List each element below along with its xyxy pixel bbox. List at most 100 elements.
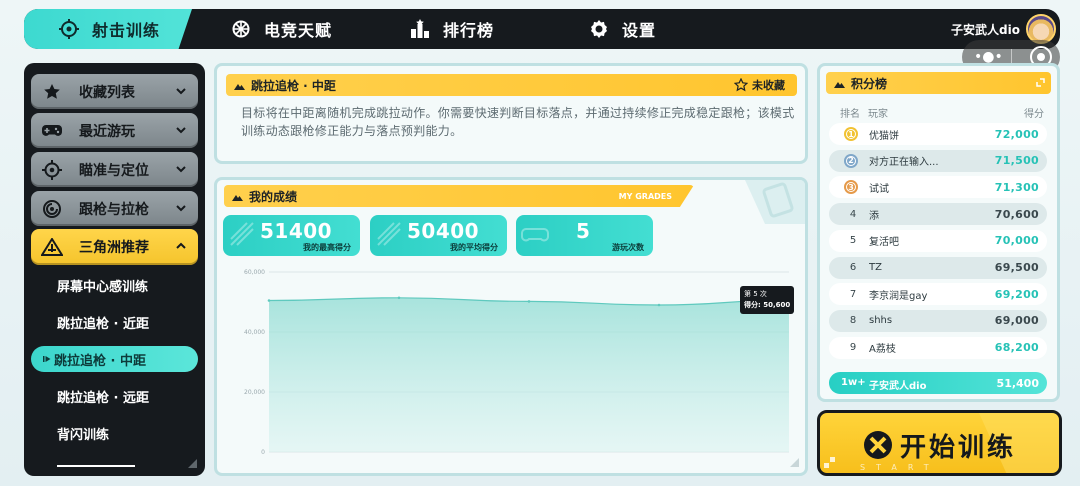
sidebar-subitem[interactable]: 跳拉追枪 · 远距	[57, 383, 149, 409]
grades-title-bar: 我的成绩 MY GRADES	[224, 185, 694, 207]
tab-leaderboard[interactable]: 排行榜	[409, 9, 494, 49]
delta-icon	[41, 236, 63, 258]
x-logo-icon	[864, 431, 892, 459]
rank-number: 5	[849, 235, 857, 247]
col-score-header: 得分	[1024, 109, 1044, 120]
tab-label: 电竞天赋	[264, 21, 333, 40]
tab-esports-talent[interactable]: 电竞天赋	[230, 9, 332, 49]
y-tick-label: 20,000	[244, 389, 265, 396]
category-label: 收藏列表	[79, 84, 135, 101]
my-score: 51,400	[996, 377, 1039, 390]
expand-icon[interactable]	[1036, 78, 1045, 87]
mode-title-bar: 跳拉追枪 · 中距 未收藏	[226, 74, 797, 96]
sidebar-item-delta-recommend[interactable]: 三角洲推荐	[31, 229, 198, 265]
star-outline-icon	[734, 78, 748, 92]
target-icon	[230, 222, 254, 246]
data-point	[267, 299, 271, 302]
tooltip-attempt: 第 5 次	[744, 290, 767, 298]
rank-number: 2	[848, 156, 854, 166]
stat-play-count: 5 游玩次数	[516, 215, 653, 256]
stat-label: 我的平均得分	[450, 243, 498, 252]
grades-corner-icon	[745, 180, 805, 224]
sidebar-item-aiming[interactable]: 瞄准与定位	[31, 152, 198, 187]
player-score: 69,200	[994, 287, 1039, 301]
player-score: 69,000	[994, 314, 1039, 328]
ranking-icon	[409, 18, 431, 40]
rank-number: 9	[849, 342, 857, 354]
player-score: 68,200	[994, 341, 1039, 355]
sidebar-subitem[interactable]: 跳拉追枪 · 近距	[57, 309, 149, 335]
stat-value: 50400	[407, 219, 480, 243]
sidebar-subitem-clipped[interactable]	[57, 459, 147, 469]
area-fill	[269, 297, 789, 452]
mode-info-card: 跳拉追枪 · 中距 未收藏 目标将在中距离随机完成跳拉动作。你需要快速判断目标落…	[214, 63, 808, 164]
mountain-icon	[234, 83, 245, 90]
leaderboard-row[interactable]: 1 优猫饼 72,000	[829, 123, 1047, 145]
rank-number: 8	[849, 315, 857, 327]
score-history-chart: 60,000 40,000 20,000 0	[244, 269, 791, 456]
leaderboard-row[interactable]: 8 shhs 69,000	[829, 309, 1047, 332]
category-label: 最近游玩	[79, 123, 135, 140]
mountain-icon	[232, 194, 243, 201]
player-name: TZ	[869, 262, 882, 273]
sidebar-item-recent[interactable]: 最近游玩	[31, 113, 198, 148]
leaderboard-title-bar: 积分榜	[826, 72, 1051, 94]
start-training-button[interactable]: 开始训练 START TRAINING	[817, 410, 1062, 476]
leaderboard-title: 积分榜	[851, 76, 888, 91]
target-icon	[377, 222, 401, 246]
leaderboard-row[interactable]: 2 对方正在输入... 71,500	[829, 149, 1047, 172]
sidebar-subitem[interactable]: 背闪训练	[57, 420, 109, 446]
my-rank: 1w+	[841, 377, 866, 388]
leaderboard-row[interactable]: 7 李京润是gay 69,200	[829, 283, 1047, 306]
y-tick-label: 60,000	[244, 269, 265, 276]
data-point	[397, 296, 401, 300]
player-score: 70,600	[994, 207, 1039, 221]
star-icon	[41, 81, 63, 103]
stat-label: 我的最高得分	[303, 243, 351, 252]
grades-subtitle: MY GRADES	[618, 191, 672, 201]
rank-number: 6	[849, 262, 857, 273]
leaderboard-row[interactable]: 6 TZ 69,500	[829, 256, 1047, 279]
more-icon[interactable]: •●•	[974, 50, 1003, 64]
grid-icon	[824, 457, 835, 468]
mode-description: 目标将在中距离随机完成跳拉动作。你需要快速判断目标落点，并通过持续修正完成稳定跟…	[241, 106, 795, 138]
grades-card: 我的成绩 MY GRADES 51400 我的最高得分 50400 我的平均得分…	[214, 177, 808, 476]
rank-number: 4	[849, 208, 857, 220]
sidebar-item-favorites[interactable]: 收藏列表	[31, 74, 198, 109]
favorite-button[interactable]: 未收藏	[734, 74, 785, 96]
tab-shooting-training[interactable]: 射击训练	[24, 9, 192, 49]
tab-settings[interactable]: 设置	[588, 9, 656, 49]
stat-value: 5	[576, 219, 591, 243]
sidebar: 收藏列表 最近游玩 瞄准与定位 跟枪与拉枪 三角洲推荐 屏幕中心感训练 跳拉追枪…	[24, 63, 205, 476]
stat-average-score: 50400 我的平均得分	[370, 215, 507, 256]
crosshair-icon	[58, 18, 80, 40]
clipped-text-mark	[57, 465, 135, 469]
grades-title: 我的成绩	[249, 189, 298, 204]
category-label: 跟枪与拉枪	[79, 201, 149, 218]
gamepad-icon	[41, 120, 63, 142]
sidebar-item-tracking[interactable]: 跟枪与拉枪	[31, 191, 198, 226]
leaderboard-row[interactable]: 4 添 70,600	[829, 203, 1047, 226]
leaderboard-card: 积分榜 排名 玩家 得分 1 优猫饼 72,000 2 对方正在输入... 71,500 3…	[817, 63, 1060, 402]
player-score: 71,300	[994, 180, 1039, 194]
stat-best-score: 51400 我的最高得分	[223, 215, 360, 256]
y-tick-label: 0	[261, 449, 265, 456]
player-name: 优猫饼	[869, 130, 899, 142]
leaderboard-row[interactable]: 5 复活吧 70,000	[829, 229, 1047, 252]
sidebar-subitem[interactable]: 屏幕中心感训练	[57, 272, 148, 298]
stat-label: 游玩次数	[612, 243, 644, 252]
leaderboard-row[interactable]: 3 试试 71,300	[829, 176, 1047, 199]
chart-tooltip: 第 5 次 得分: 50,600	[740, 286, 795, 314]
player-name: 对方正在输入...	[869, 157, 939, 169]
tracking-icon	[41, 198, 63, 220]
my-rank-row: 1w+ 子安武人dio 51,400	[829, 372, 1047, 394]
start-label: 开始训练	[900, 433, 1017, 463]
data-point	[657, 303, 661, 307]
sidebar-subitem-active[interactable]: 跳拉追枪 · 中距	[31, 346, 198, 372]
target-icon	[41, 159, 63, 181]
chevron-down-icon	[176, 88, 186, 95]
scroll-resize-icon	[188, 459, 197, 468]
tab-label: 射击训练	[92, 21, 161, 40]
leaderboard-row[interactable]: 9 A荔枝 68,200	[829, 336, 1047, 359]
favorite-label: 未收藏	[752, 79, 785, 92]
